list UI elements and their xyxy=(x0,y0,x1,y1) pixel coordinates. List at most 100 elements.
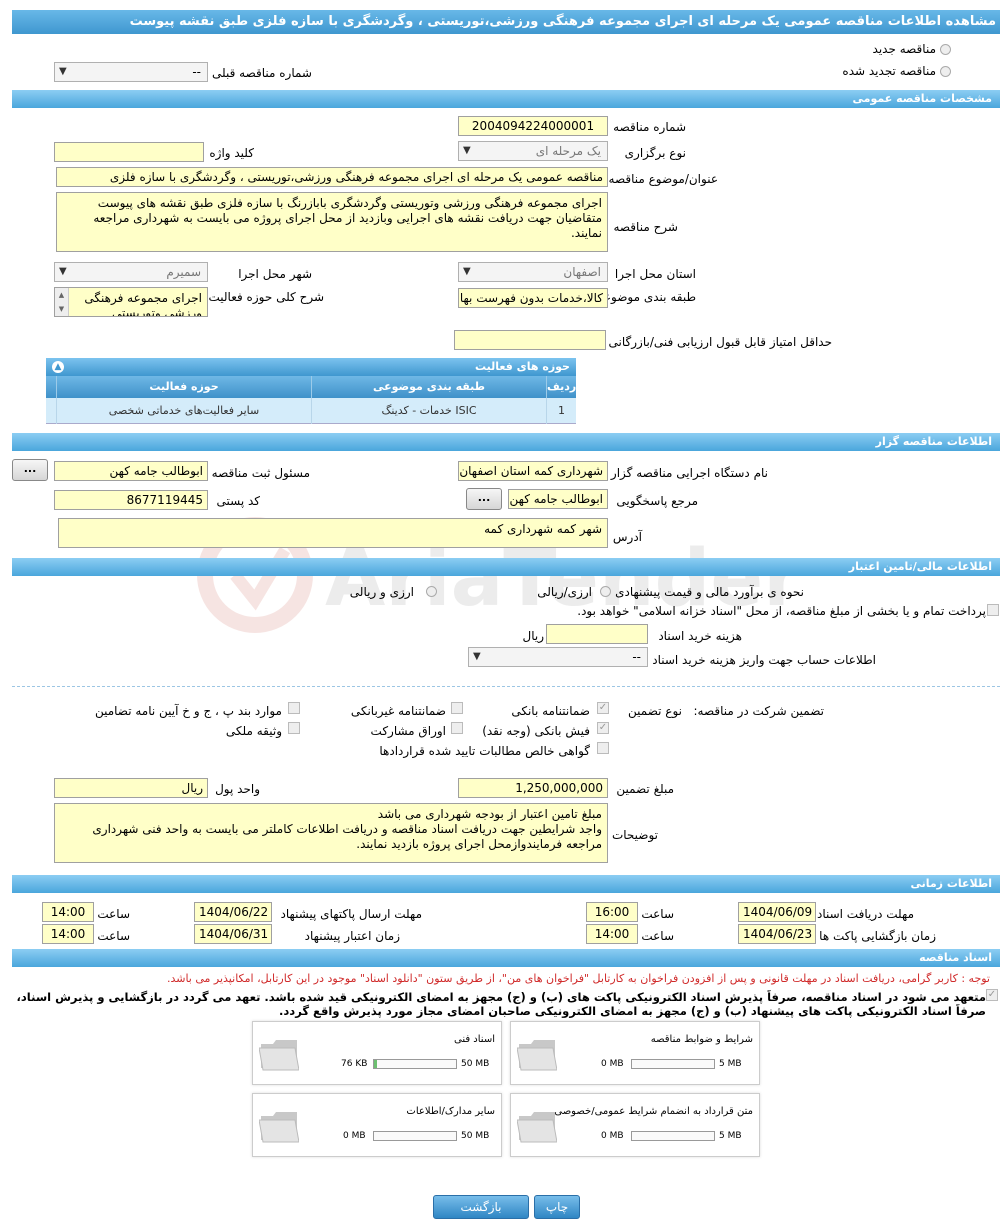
renewed-tender-radio[interactable] xyxy=(940,66,951,77)
min-score-label: حداقل امتیاز قابل قبول ارزیابی فنی/بازرگ… xyxy=(608,335,832,349)
description-label: شرح مناقصه xyxy=(613,220,678,234)
activity-grid-title: حوزه های فعالیت ▲ xyxy=(46,358,576,376)
prev-number-label: شماره مناقصه قبلی xyxy=(212,66,312,80)
section-docs: اسناد مناقصه xyxy=(12,949,1000,967)
progress-bar xyxy=(631,1059,715,1069)
nonbank-guarantee-checkbox[interactable] xyxy=(451,702,463,714)
folder-icon xyxy=(517,1112,557,1143)
postal-label: کد پستی xyxy=(216,494,261,508)
currency-and-rial-label: ارزی و ریالی xyxy=(349,585,414,599)
property-label: وثیقه ملکی xyxy=(225,724,282,738)
bank-guarantee-checkbox[interactable]: ✓ xyxy=(597,702,609,714)
subject-label: عنوان/موضوع مناقصه xyxy=(608,172,718,186)
items-guarantee-checkbox[interactable] xyxy=(288,702,300,714)
file-box-terms[interactable]: شرایط و ضوابط مناقصه 0 MB 5 MB xyxy=(510,1021,760,1085)
file-box-technical[interactable]: اسناد فنی 76 KB 50 MB xyxy=(252,1021,502,1085)
guarantee-type-label: نوع تضمین xyxy=(628,704,682,718)
file-box-other[interactable]: سایر مدارک/اطلاعات 0 MB 50 MB xyxy=(252,1093,502,1157)
org-label: نام دستگاه اجرایی مناقصه گزار xyxy=(610,466,768,480)
guarantee-label: تضمین شرکت در مناقصه: xyxy=(693,704,824,718)
commitment-line-2: صرفاً اسناد الکترونیکی پاکت های پیشنهاد … xyxy=(279,1004,986,1018)
city-label: شهر محل اجرا xyxy=(238,267,312,281)
back-button[interactable]: بازگشت xyxy=(433,1195,529,1219)
property-checkbox[interactable] xyxy=(288,722,300,734)
nonbank-guarantee-label: ضمانتنامه غیربانکی xyxy=(350,704,446,718)
postal-field: 8677119445 xyxy=(54,490,208,510)
notes-field: مبلغ تامین اعتبار از بودجه شهرداری می با… xyxy=(54,803,608,863)
doc-receive-time: 16:00 xyxy=(586,902,638,922)
file-box-contract[interactable]: متن قرارداد به انضمام شرایط عمومی/خصوصی … xyxy=(510,1093,760,1157)
category-field: کالا،خدمات بدون فهرست بها xyxy=(458,288,608,308)
col-field: حوزه فعالیت xyxy=(56,376,311,398)
commitment-checkbox[interactable]: ✓ xyxy=(986,989,998,1001)
folder-icon xyxy=(259,1112,299,1143)
notes-label: توضیحات xyxy=(611,828,658,842)
collapse-icon[interactable]: ▲ xyxy=(52,361,64,373)
activity-grid-header: ردیف طبقه بندی موضوعی حوزه فعالیت xyxy=(46,376,576,398)
chevron-down-icon: ▼ xyxy=(473,651,481,662)
registrar-field: ابوطالب جامه کهن xyxy=(54,461,208,481)
city-select[interactable]: سمیرم ▼ xyxy=(54,262,208,282)
cash-checkbox[interactable]: ✓ xyxy=(597,722,609,734)
scrollbar[interactable]: ▲ ▼ xyxy=(55,288,69,316)
open-label: زمان بازگشایی پاکت ها xyxy=(819,929,936,943)
currency-and-rial-radio[interactable] xyxy=(426,586,437,597)
estimate-label: نحوه ی برآورد مالی و قیمت پیشنهادی xyxy=(615,585,804,599)
contact-field: ابوطالب جامه کهن xyxy=(508,489,608,509)
bonds-checkbox[interactable] xyxy=(451,722,463,734)
province-select[interactable]: اصفهان ▼ xyxy=(458,262,608,282)
type-select[interactable]: یک مرحله ای ▼ xyxy=(458,141,608,161)
prev-number-select[interactable]: -- ▼ xyxy=(54,62,208,82)
table-row[interactable]: 1 خدمات - کدینگ ISIC سایر فعالیت‌های خدم… xyxy=(46,398,576,424)
registrar-label: مسئول ثبت مناقصه xyxy=(211,466,310,480)
send-label: مهلت ارسال پاکتهای پیشنهاد xyxy=(280,907,422,921)
chevron-down-icon: ▼ xyxy=(463,145,471,156)
chevron-down-icon: ▼ xyxy=(59,266,67,277)
chevron-down-icon: ▼ xyxy=(59,66,67,77)
section-finance: اطلاعات مالی/تامین اعتبار xyxy=(12,558,1000,576)
contact-lookup-button[interactable]: ... xyxy=(466,488,502,510)
validity-label: زمان اعتبار پیشنهاد xyxy=(304,929,400,943)
doc-receive-date: 1404/06/09 xyxy=(738,902,816,922)
subject-field: مناقصه عمومی یک مرحله ای اجرای مجموعه فر… xyxy=(56,167,608,187)
progress-bar xyxy=(373,1059,457,1069)
min-score-field xyxy=(454,330,606,350)
chevron-down-icon: ▼ xyxy=(463,266,471,277)
print-button[interactable]: چاپ xyxy=(534,1195,580,1219)
keyword-label: کلید واژه xyxy=(209,146,254,160)
treasury-checkbox[interactable] xyxy=(987,604,999,616)
doc-cost-label: هزینه خرید اسناد xyxy=(658,629,742,643)
category-label: طبقه بندی موضوعی xyxy=(593,290,696,304)
open-time: 14:00 xyxy=(586,924,638,944)
currency-rial-radio[interactable] xyxy=(600,586,611,597)
currency-rial-label: ارزی/ریالی xyxy=(537,585,592,599)
bonds-label: اوراق مشارکت xyxy=(370,724,446,738)
address-label: آدرس xyxy=(612,530,642,544)
registrar-lookup-button[interactable]: ... xyxy=(12,459,48,481)
activity-desc-label: شرح کلی حوزه فعالیت xyxy=(208,290,325,304)
send-date: 1404/06/22 xyxy=(194,902,272,922)
progress-bar xyxy=(631,1131,715,1141)
section-organizer: اطلاعات مناقصه گزار xyxy=(12,433,1000,451)
folder-icon xyxy=(517,1040,557,1071)
validity-time: 14:00 xyxy=(42,924,94,944)
account-select[interactable]: -- ▼ xyxy=(468,647,648,667)
tender-number-field: 2004094224000001 xyxy=(458,116,608,136)
cert-checkbox[interactable] xyxy=(597,742,609,754)
download-notice: توجه : کاربر گرامی، دریافت اسناد در مهلت… xyxy=(166,972,990,985)
new-tender-label: مناقصه جدید xyxy=(872,42,936,56)
keyword-field[interactable] xyxy=(54,142,204,162)
amount-label: مبلغ تضمین xyxy=(616,782,674,796)
new-tender-radio[interactable] xyxy=(940,44,951,55)
doc-cost-field xyxy=(546,624,648,644)
hour-label: ساعت xyxy=(641,907,674,921)
contact-label: مرجع پاسخگویی xyxy=(616,494,698,508)
col-category: طبقه بندی موضوعی xyxy=(311,376,546,398)
org-field: شهرداری کمه استان اصفهان xyxy=(458,461,608,481)
amount-field: 1,250,000,000 xyxy=(458,778,608,798)
hour-label: ساعت xyxy=(97,929,130,943)
bank-guarantee-label: ضمانتنامه بانکی xyxy=(511,704,590,718)
divider xyxy=(12,686,1000,687)
tender-number-label: شماره مناقصه xyxy=(613,120,686,134)
hour-label: ساعت xyxy=(641,929,674,943)
